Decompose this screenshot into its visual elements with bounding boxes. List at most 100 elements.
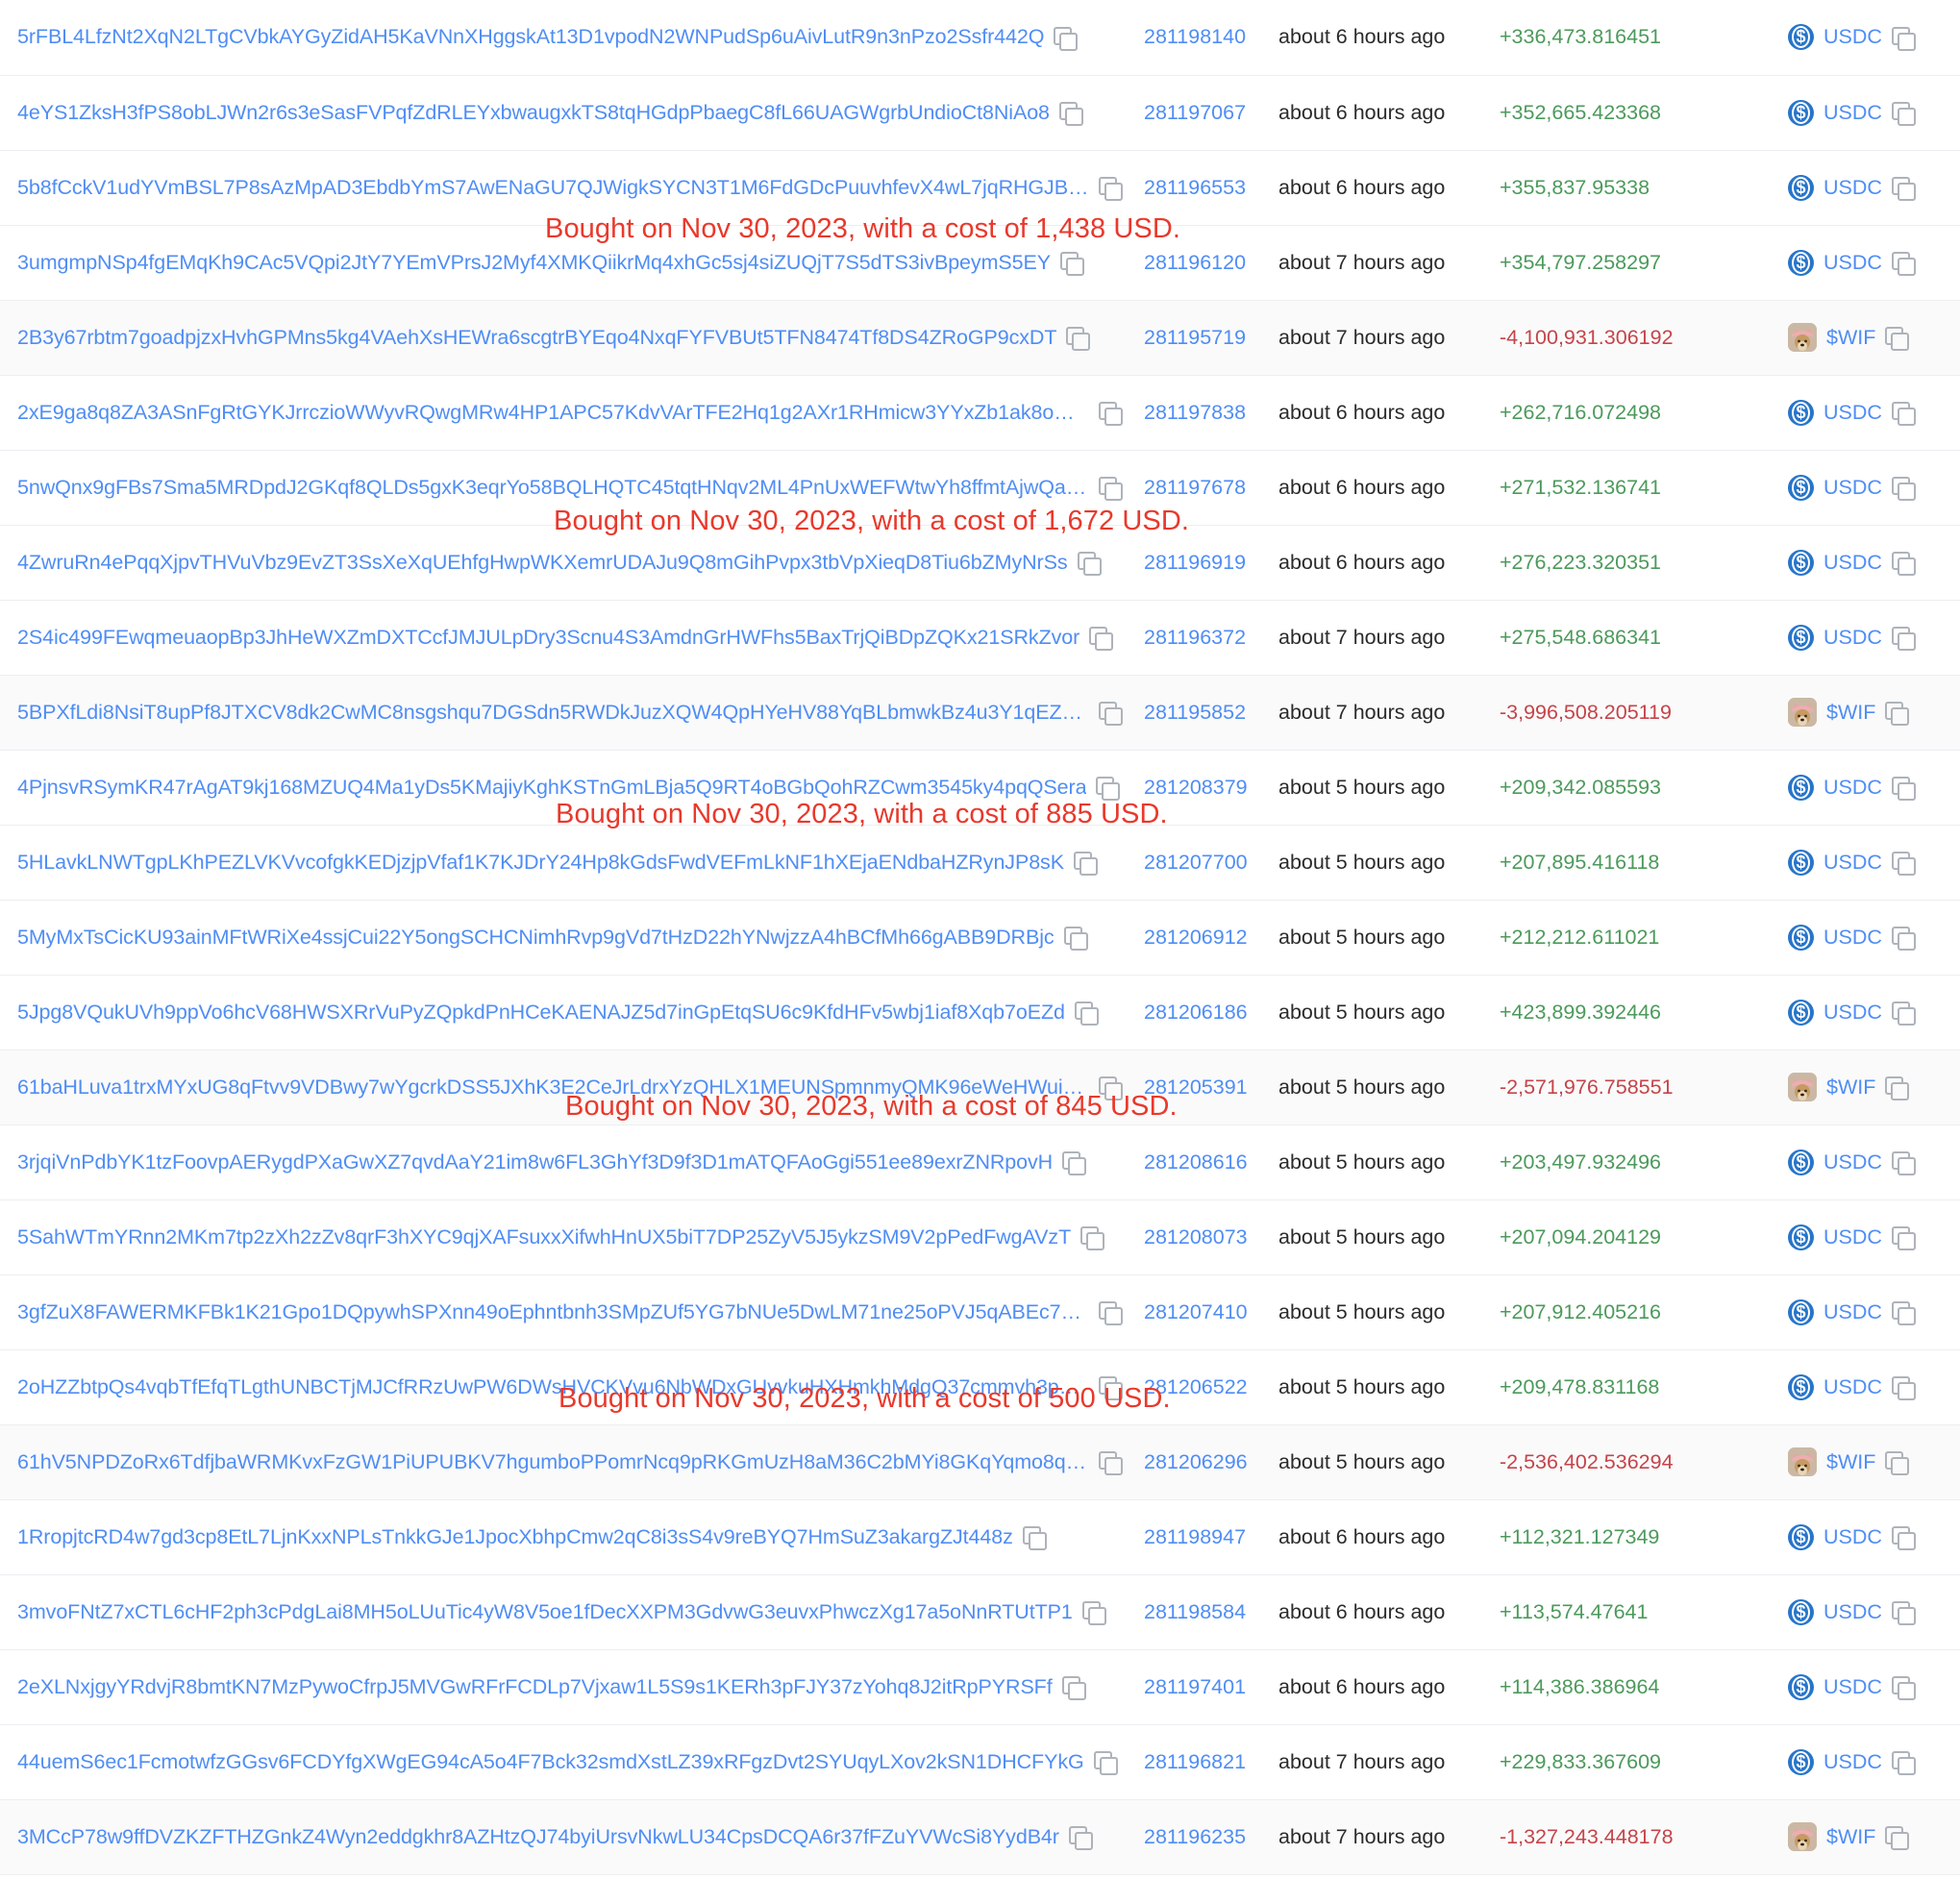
token-symbol-link[interactable]: USDC [1824,101,1882,125]
copy-token-icon[interactable] [1885,1076,1910,1100]
copy-token-icon[interactable] [1891,1376,1916,1400]
token-symbol-link[interactable]: $WIF [1826,701,1875,725]
token-symbol-link[interactable]: USDC [1824,401,1882,425]
table-row[interactable]: 1RropjtcRD4w7gd3cp8EtL7LjnKxxNPLsTnkkGJe… [0,1499,1960,1574]
slot-link[interactable]: 281195852 [1144,701,1246,724]
transaction-signature-link[interactable]: 5BPXfLdi8NsiT8upPf8JTXCV8dk2CwMC8nsgshqu… [17,701,1089,725]
table-row[interactable]: 2S4ic499FEwqmeuaopBp3JhHeWXZmDXTCcfJMJUL… [0,600,1960,675]
copy-token-icon[interactable] [1891,777,1916,801]
transaction-signature-link[interactable]: 2eXLNxjgyYRdvjR8bmtKN7MzPywoCfrpJ5MVGwRF… [17,1675,1053,1699]
copy-signature-icon[interactable] [1073,852,1098,876]
slot-link[interactable]: 281207410 [1144,1300,1248,1323]
table-row[interactable]: 4eYS1ZksH3fPS8obLJWn2r6s3eSasFVPqfZdRLEY… [0,75,1960,150]
copy-token-icon[interactable] [1891,627,1916,651]
copy-signature-icon[interactable] [1099,1376,1123,1400]
copy-signature-icon[interactable] [1022,1526,1047,1550]
table-row[interactable]: 2xE9ga8q8ZA3ASnFgRtGYKJrrczioWWyvRQwgMRw… [0,375,1960,450]
copy-signature-icon[interactable] [1063,927,1088,951]
table-row[interactable]: 61hV5NPDZoRx6TdfjbaWRMKvxFzGW1PiUPUBKV7h… [0,1424,1960,1499]
table-row[interactable]: 3gfZuX8FAWERMKFBk1K21Gpo1DQpywhSPXnn49oE… [0,1274,1960,1349]
copy-token-icon[interactable] [1885,327,1910,351]
copy-signature-icon[interactable] [1059,252,1084,276]
table-row[interactable]: 5MyMxTsCicKU93ainMFtWRiXe4ssjCui22Y5ongS… [0,900,1960,975]
copy-signature-icon[interactable] [1093,1751,1118,1775]
token-symbol-link[interactable]: USDC [1824,1375,1882,1399]
transaction-signature-link[interactable]: 61baHLuva1trxMYxUG8qFtvv9VDBwy7wYgcrkDSS… [17,1076,1089,1100]
table-row[interactable]: 5nwQnx9gFBs7Sma5MRDpdJ2GKqf8QLDs5gxK3eqr… [0,450,1960,525]
transaction-signature-link[interactable]: 44uemS6ec1FcmotwfzGGsv6FCDYfgXWgEG94cA5o… [17,1750,1084,1774]
transaction-signature-link[interactable]: 2oHZZbtpQs4vqbTfEfqTLgthUNBCTjMJCfRRzUwP… [17,1375,1089,1399]
copy-signature-icon[interactable] [1058,102,1083,126]
transaction-signature-link[interactable]: 2xE9ga8q8ZA3ASnFgRtGYKJrrczioWWyvRQwgMRw… [17,401,1089,425]
slot-link[interactable]: 281198584 [1144,1600,1246,1623]
slot-link[interactable]: 281197838 [1144,401,1246,424]
token-symbol-link[interactable]: USDC [1824,1150,1882,1175]
copy-token-icon[interactable] [1891,1151,1916,1175]
slot-link[interactable]: 281206522 [1144,1375,1248,1398]
token-symbol-link[interactable]: USDC [1824,476,1882,500]
copy-signature-icon[interactable] [1096,777,1121,801]
transaction-signature-link[interactable]: 3umgmpNSp4fgEMqKh9CAc5VQpi2JtY7YEmVPrsJ2… [17,251,1051,275]
table-row[interactable]: 2eXLNxjgyYRdvjR8bmtKN7MzPywoCfrpJ5MVGwRF… [0,1649,1960,1724]
slot-link[interactable]: 281196553 [1144,176,1246,199]
table-row[interactable]: 4PjnsvRSymKR47rAgAT9kj168MZUQ4Ma1yDs5KMa… [0,750,1960,825]
token-symbol-link[interactable]: USDC [1824,1225,1882,1249]
copy-signature-icon[interactable] [1068,1826,1093,1850]
token-symbol-link[interactable]: USDC [1824,1525,1882,1549]
table-row[interactable]: 5b8fCckV1udYVmBSL7P8sAzMpAD3EbdbYmS7AwEN… [0,150,1960,225]
copy-token-icon[interactable] [1885,1451,1910,1475]
token-symbol-link[interactable]: $WIF [1826,1076,1875,1100]
slot-link[interactable]: 281197678 [1144,476,1246,499]
token-symbol-link[interactable]: $WIF [1826,326,1875,350]
token-symbol-link[interactable]: USDC [1824,1675,1882,1699]
transaction-signature-link[interactable]: 3gfZuX8FAWERMKFBk1K21Gpo1DQpywhSPXnn49oE… [17,1300,1089,1324]
token-symbol-link[interactable]: USDC [1824,1750,1882,1774]
table-row[interactable]: 61baHLuva1trxMYxUG8qFtvv9VDBwy7wYgcrkDSS… [0,1050,1960,1125]
copy-token-icon[interactable] [1891,1001,1916,1026]
copy-signature-icon[interactable] [1099,477,1123,501]
transaction-signature-link[interactable]: 5rFBL4LfzNt2XqN2LTgCVbkAYGyZidAH5KaVNnXH… [17,25,1044,49]
table-row[interactable]: 5BPXfLdi8NsiT8upPf8JTXCV8dk2CwMC8nsgshqu… [0,675,1960,750]
copy-token-icon[interactable] [1885,702,1910,726]
transaction-signature-link[interactable]: 5MyMxTsCicKU93ainMFtWRiXe4ssjCui22Y5ongS… [17,926,1054,950]
copy-token-icon[interactable] [1891,852,1916,876]
slot-link[interactable]: 281208379 [1144,776,1248,799]
copy-signature-icon[interactable] [1080,1226,1105,1250]
transaction-signature-link[interactable]: 3rjqiVnPdbYK1tzFoovpAERygdPXaGwXZ7qvdAaY… [17,1150,1053,1175]
token-symbol-link[interactable]: USDC [1824,851,1882,875]
slot-link[interactable]: 281197067 [1144,101,1246,124]
copy-signature-icon[interactable] [1099,1076,1123,1100]
slot-link[interactable]: 281208073 [1144,1225,1248,1249]
token-symbol-link[interactable]: USDC [1824,1600,1882,1624]
slot-link[interactable]: 281196821 [1144,1750,1246,1773]
transaction-signature-link[interactable]: 4PjnsvRSymKR47rAgAT9kj168MZUQ4Ma1yDs5KMa… [17,776,1086,800]
copy-token-icon[interactable] [1891,402,1916,426]
token-symbol-link[interactable]: $WIF [1826,1450,1875,1474]
transaction-signature-link[interactable]: 1RropjtcRD4w7gd3cp8EtL7LjnKxxNPLsTnkkGJe… [17,1525,1013,1549]
table-row[interactable]: 5SahWTmYRnn2MKm7tp2zXh2zZv8qrF3hXYC9qjXA… [0,1199,1960,1274]
transaction-signature-link[interactable]: 2S4ic499FEwqmeuaopBp3JhHeWXZmDXTCcfJMJUL… [17,626,1079,650]
token-symbol-link[interactable]: USDC [1824,176,1882,200]
copy-signature-icon[interactable] [1077,552,1102,576]
copy-signature-icon[interactable] [1099,177,1123,201]
table-row[interactable]: 3MCcP78w9ffDVZKZFTHZGnkZ4Wyn2eddgkhr8AZH… [0,1799,1960,1874]
copy-signature-icon[interactable] [1099,1301,1123,1325]
token-symbol-link[interactable]: USDC [1824,926,1882,950]
token-symbol-link[interactable]: $WIF [1826,1825,1875,1849]
table-row[interactable]: 3mvoFNtZ7xCTL6cHF2ph3cPdgLai8MH5oLUuTic4… [0,1574,1960,1649]
copy-token-icon[interactable] [1891,1601,1916,1625]
copy-token-icon[interactable] [1891,1751,1916,1775]
slot-link[interactable]: 281198947 [1144,1525,1246,1548]
slot-link[interactable]: 281206186 [1144,1001,1248,1024]
transaction-signature-link[interactable]: 61hV5NPDZoRx6TdfjbaWRMKvxFzGW1PiUPUBKV7h… [17,1450,1089,1474]
transaction-signature-link[interactable]: 2B3y67rbtm7goadpjzxHvhGPMns5kg4VAehXsHEW… [17,326,1056,350]
token-symbol-link[interactable]: USDC [1824,1300,1882,1324]
copy-signature-icon[interactable] [1099,1451,1123,1475]
transaction-signature-link[interactable]: 3MCcP78w9ffDVZKZFTHZGnkZ4Wyn2eddgkhr8AZH… [17,1825,1059,1849]
table-row[interactable]: 44uemS6ec1FcmotwfzGGsv6FCDYfgXWgEG94cA5o… [0,1724,1960,1799]
slot-link[interactable]: 281196120 [1144,251,1246,274]
copy-token-icon[interactable] [1891,1226,1916,1250]
slot-link[interactable]: 281207700 [1144,851,1248,874]
table-row[interactable]: 5rFBL4LfzNt2XqN2LTgCVbkAYGyZidAH5KaVNnXH… [0,0,1960,75]
transaction-signature-link[interactable]: 5nwQnx9gFBs7Sma5MRDpdJ2GKqf8QLDs5gxK3eqr… [17,476,1089,500]
